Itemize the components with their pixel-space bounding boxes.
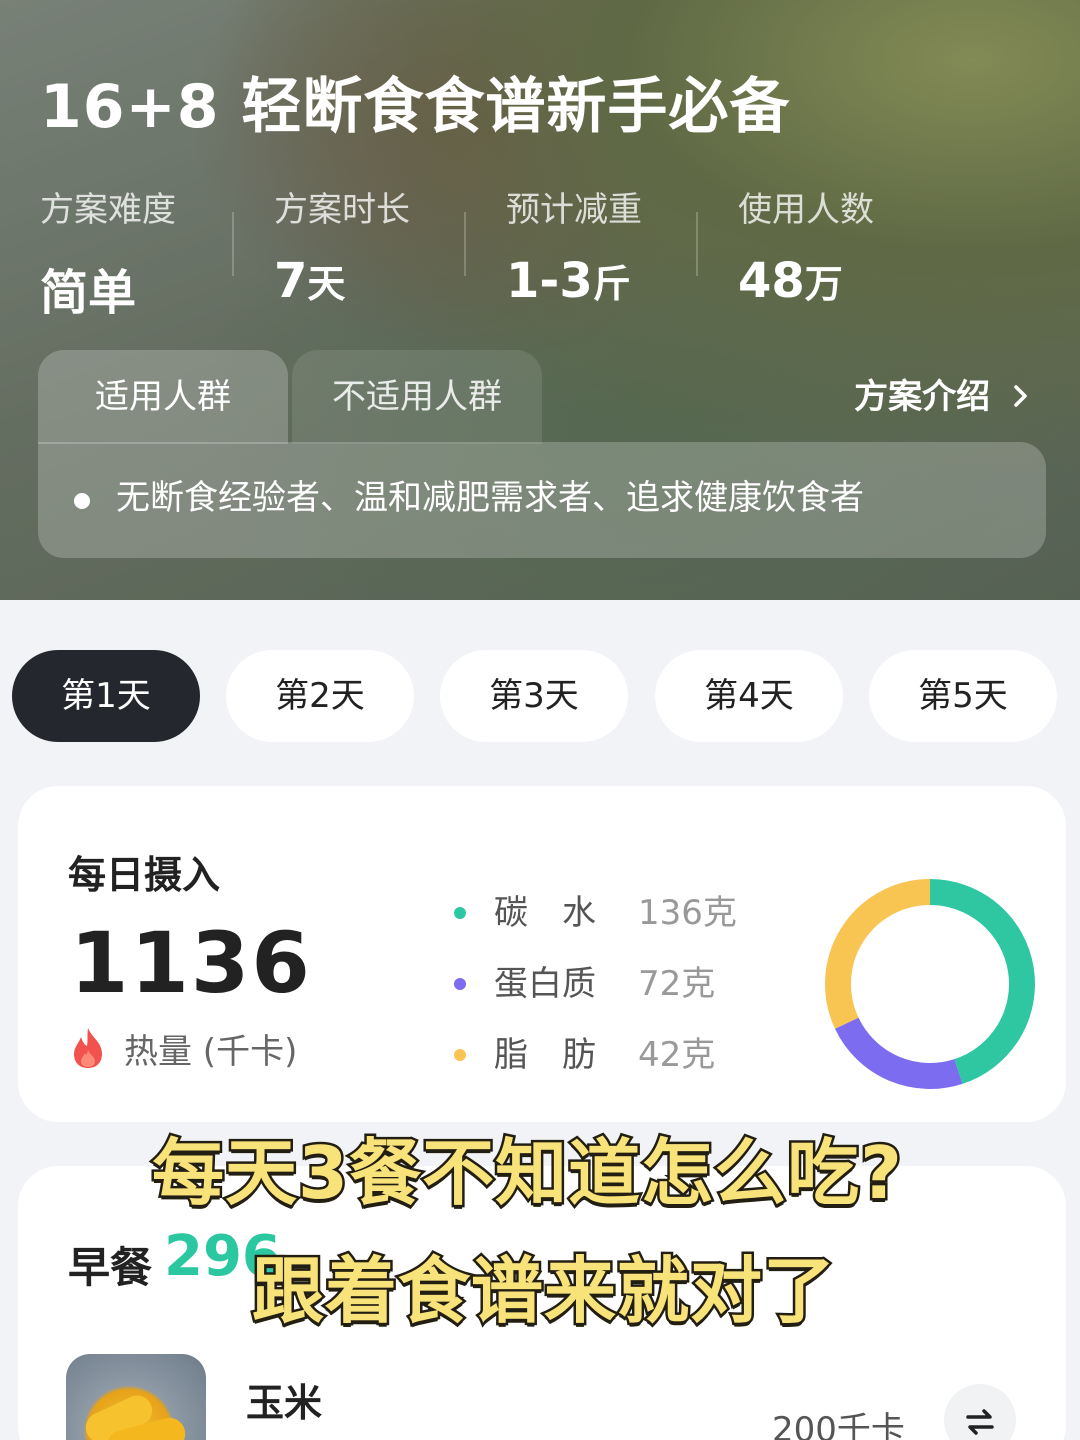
card-title: 每日摄入 — [68, 853, 221, 897]
macro-name: 蛋白质 — [494, 964, 596, 1004]
corn-icon — [85, 1395, 186, 1440]
stat-label: 方案难度 — [40, 190, 176, 230]
video-caption-line-1: 每天3餐不知道怎么吃? — [150, 1129, 905, 1218]
corn-image — [66, 1354, 206, 1440]
stat-weight-loss: 预计减重 1-3斤 — [506, 182, 738, 309]
macro-donut-chart — [825, 879, 1035, 1089]
stat-difficulty: 方案难度 简单 — [40, 182, 272, 321]
audience-tabs: 适用人群 不适用人群 方案介绍 — [38, 350, 1046, 444]
food-calories: 200千卡 — [772, 1410, 905, 1440]
stat-duration: 方案时长 7天 — [274, 182, 506, 309]
swap-icon — [966, 1408, 994, 1435]
macro-value: 136克 — [638, 893, 737, 933]
plan-intro-label: 方案介绍 — [854, 377, 991, 417]
food-name: 玉米 — [246, 1381, 323, 1425]
tab-unsuitable[interactable]: 不适用人群 — [292, 350, 542, 444]
macro-name: 脂 肪 — [494, 1035, 596, 1075]
macro-value: 42克 — [638, 1035, 716, 1075]
day-tab-2[interactable]: 第2天 — [226, 650, 414, 742]
macro-name: 碳 水 — [494, 893, 596, 933]
bullet-icon — [74, 493, 90, 509]
tab-suitable[interactable]: 适用人群 — [38, 350, 288, 444]
stat-users: 使用人数 48万 — [738, 182, 970, 309]
macro-value: 72克 — [638, 964, 716, 1004]
stat-value: 1-3斤 — [506, 253, 738, 309]
legend-dot — [454, 1049, 466, 1061]
calorie-value: 1136 — [70, 914, 312, 1012]
stat-value: 简单 — [40, 253, 272, 323]
donut-slice-0 — [929, 879, 1035, 1084]
legend-dot — [454, 978, 466, 990]
meal-title: 早餐 — [68, 1243, 153, 1292]
plan-intro-link[interactable]: 方案介绍 — [854, 350, 1032, 444]
day-tab-3[interactable]: 第3天 — [440, 650, 628, 742]
flame-icon — [74, 1028, 102, 1068]
video-caption-line-2: 跟着食谱来就对了 — [249, 1247, 837, 1336]
day-tab-5[interactable]: 第5天 — [869, 650, 1057, 742]
calorie-label: 热量 (千卡) — [124, 1032, 298, 1072]
audience-panel: 无断食经验者、温和减肥需求者、追求健康饮食者 — [38, 442, 1046, 558]
stat-value: 7天 — [274, 253, 506, 309]
stat-unit: 万 — [804, 262, 843, 306]
hero-banner: 16+8 轻断食食谱新手必备 方案难度 简单 方案时长 7天 预计减重 1-3斤… — [0, 0, 1080, 600]
stat-number: 7 — [274, 253, 308, 309]
stat-number: 48 — [738, 253, 805, 309]
stat-unit: 斤 — [592, 262, 631, 306]
macro-protein: 蛋白质 72克 — [454, 959, 774, 1009]
donut-slice-1 — [834, 1017, 963, 1089]
macro-fat: 脂 肪 42克 — [454, 1030, 774, 1080]
stat-divider — [232, 212, 234, 276]
stat-unit: 天 — [307, 262, 346, 306]
day-tab-4[interactable]: 第4天 — [655, 650, 843, 742]
stat-number: 简单 — [40, 265, 137, 321]
stat-label: 使用人数 — [738, 190, 874, 230]
stat-value: 48万 — [738, 253, 970, 309]
macro-carbs: 碳 水 136克 — [454, 888, 774, 938]
plan-title: 16+8 轻断食食谱新手必备 — [40, 72, 791, 142]
stat-label: 方案时长 — [274, 190, 410, 230]
audience-description: 无断食经验者、温和减肥需求者、追求健康饮食者 — [116, 478, 864, 518]
day-selector: 第1天 第2天 第3天 第4天 第5天 — [12, 650, 1072, 742]
swap-food-button[interactable] — [944, 1384, 1016, 1440]
donut-slice-2 — [825, 879, 931, 1029]
day-tab-1[interactable]: 第1天 — [12, 650, 200, 742]
chevron-right-icon — [1014, 385, 1027, 407]
stat-divider — [696, 212, 698, 276]
stat-divider — [464, 212, 466, 276]
daily-intake-card: 每日摄入 1136 热量 (千卡) 碳 水 136克 蛋白质 72克 脂 肪 4… — [18, 786, 1066, 1122]
legend-dot — [454, 907, 466, 919]
plan-stats: 方案难度 简单 方案时长 7天 预计减重 1-3斤 使用人数 48万 — [40, 182, 1040, 321]
stat-label: 预计减重 — [506, 190, 642, 230]
stat-number: 1-3 — [506, 253, 593, 309]
